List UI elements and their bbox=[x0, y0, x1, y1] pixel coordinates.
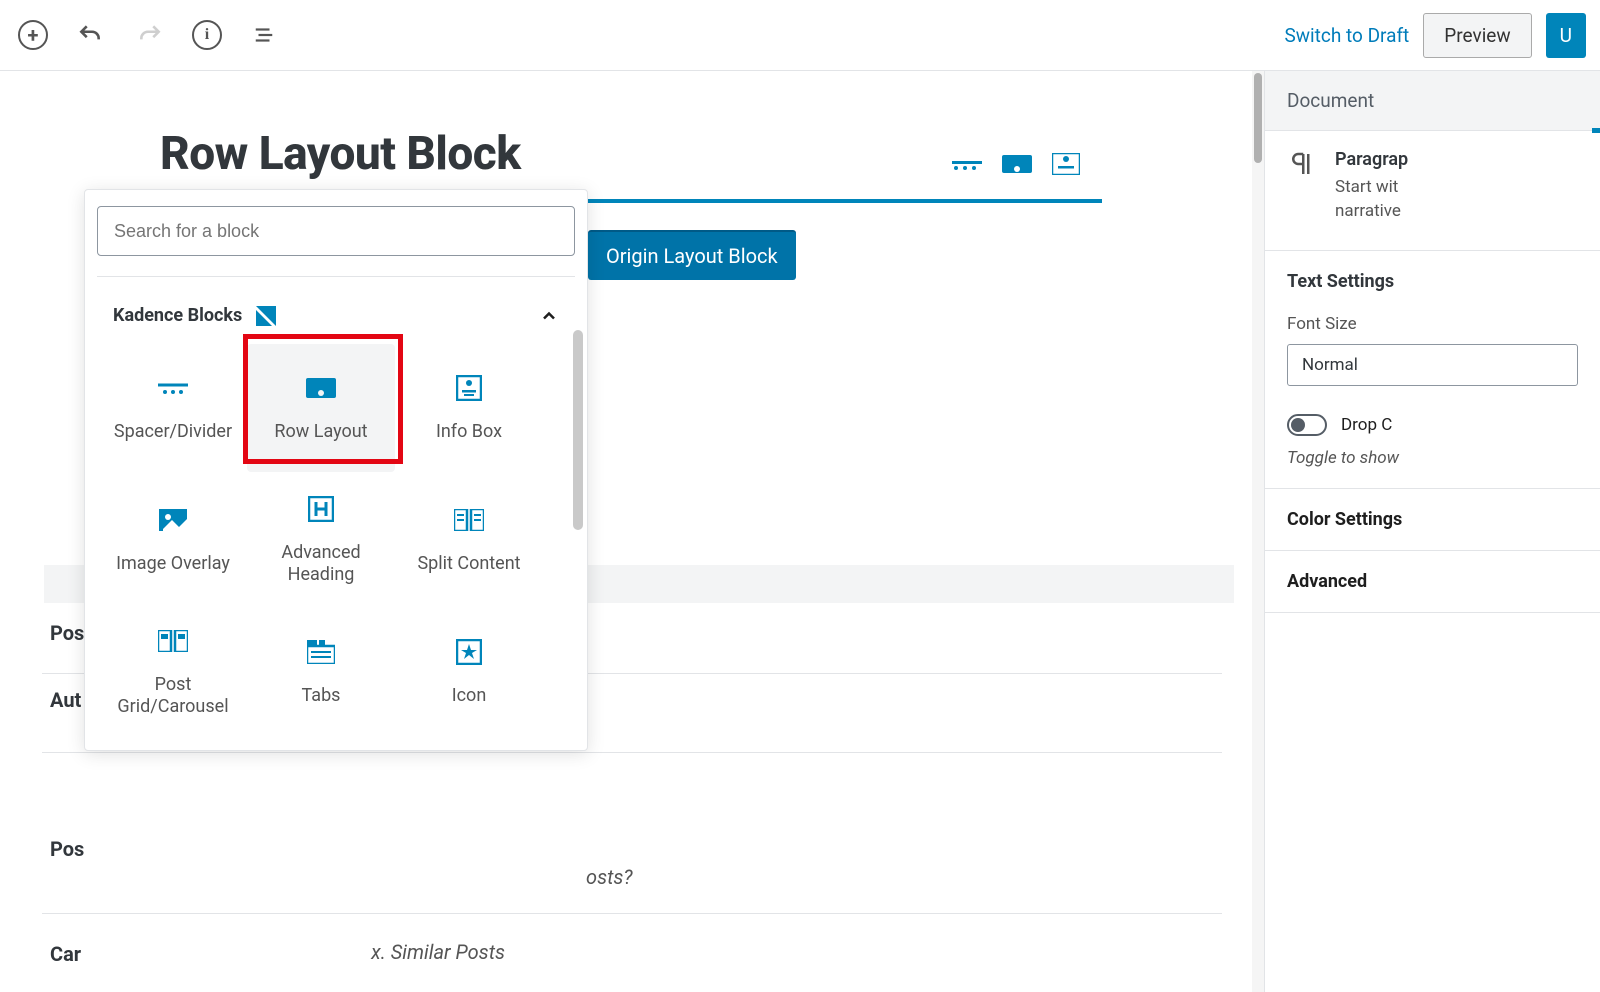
hint-similar: x. Similar Posts bbox=[81, 940, 505, 964]
redo-button[interactable] bbox=[132, 17, 168, 53]
preview-button[interactable]: Preview bbox=[1423, 13, 1531, 58]
inserter-category-header[interactable]: Kadence Blocks bbox=[85, 277, 587, 330]
inserter-block-grid: Spacer/Divider Row Layout Info Box bbox=[99, 344, 587, 736]
block-icon[interactable]: Icon bbox=[395, 608, 543, 736]
row-layout-icon bbox=[306, 373, 336, 403]
block-label: Row Layout bbox=[274, 421, 367, 444]
origin-layout-block-button[interactable]: Origin Layout Block bbox=[588, 230, 796, 280]
row-layout-icon[interactable] bbox=[1002, 153, 1032, 175]
icon-block-icon bbox=[454, 637, 484, 667]
drop-cap-toggle[interactable] bbox=[1287, 414, 1327, 436]
page-title[interactable]: Row Layout Block bbox=[160, 127, 1264, 181]
block-label: Info Box bbox=[436, 421, 502, 444]
active-tab-indicator bbox=[1592, 128, 1600, 133]
post-grid-icon bbox=[158, 626, 188, 656]
block-label: Spacer/Divider bbox=[114, 421, 232, 444]
block-search-input[interactable] bbox=[114, 221, 558, 242]
block-post-grid-carousel[interactable]: Post Grid/Carousel bbox=[99, 608, 247, 736]
row-label-car[interactable]: Car bbox=[0, 924, 81, 984]
image-overlay-icon bbox=[158, 505, 188, 535]
color-settings-panel[interactable]: Color Settings bbox=[1265, 489, 1600, 551]
font-size-label: Font Size bbox=[1287, 314, 1578, 334]
block-description: Start wit narrative bbox=[1335, 176, 1408, 224]
update-button[interactable]: U bbox=[1546, 13, 1586, 58]
drop-cap-note: Toggle to show bbox=[1287, 448, 1578, 468]
text-settings-panel: Text Settings Font Size Normal Drop C To… bbox=[1265, 251, 1600, 489]
block-label: Advanced Heading bbox=[247, 542, 395, 587]
editor-canvas: Row Layout Block + Origin Layout Block P… bbox=[0, 71, 1264, 992]
block-advanced-heading[interactable]: Advanced Heading bbox=[247, 476, 395, 604]
block-label: Icon bbox=[452, 685, 487, 708]
block-spacer-divider[interactable]: Spacer/Divider bbox=[99, 344, 247, 472]
drop-cap-label: Drop C bbox=[1341, 415, 1392, 435]
undo-button[interactable] bbox=[72, 17, 108, 53]
hint-posts: osts? bbox=[0, 865, 1264, 889]
text-settings-title: Text Settings bbox=[1287, 271, 1578, 292]
chevron-up-icon[interactable] bbox=[539, 306, 559, 326]
info-button[interactable] bbox=[192, 20, 222, 50]
block-label: Tabs bbox=[302, 685, 341, 708]
spacer-icon[interactable] bbox=[952, 153, 982, 175]
advanced-heading-icon bbox=[306, 494, 336, 524]
inserter-category-name: Kadence Blocks bbox=[113, 305, 242, 326]
block-row-layout[interactable]: Row Layout bbox=[247, 344, 395, 472]
spacer-divider-icon bbox=[158, 373, 188, 403]
block-name: Paragrap bbox=[1335, 149, 1408, 170]
block-search-field[interactable] bbox=[97, 206, 575, 256]
paragraph-icon bbox=[1287, 149, 1317, 179]
tab-document[interactable]: Document bbox=[1265, 71, 1600, 131]
split-content-icon bbox=[454, 505, 484, 535]
toolbar-left bbox=[18, 17, 282, 53]
top-toolbar: Switch to Draft Preview U bbox=[0, 0, 1600, 71]
row-label-pos2[interactable]: Pos bbox=[0, 819, 1264, 865]
advanced-panel[interactable]: Advanced bbox=[1265, 551, 1600, 613]
scrollbar[interactable] bbox=[1252, 71, 1264, 992]
add-block-button[interactable] bbox=[18, 20, 48, 50]
block-label: Post Grid/Carousel bbox=[99, 674, 247, 719]
workspace: Row Layout Block + Origin Layout Block P… bbox=[0, 71, 1600, 992]
toolbar-right: Switch to Draft Preview U bbox=[1284, 13, 1586, 58]
block-tabs[interactable]: Tabs bbox=[247, 608, 395, 736]
settings-sidebar: Document Paragrap Start wit narrative Te… bbox=[1264, 71, 1600, 992]
outline-button[interactable] bbox=[246, 17, 282, 53]
tabs-icon bbox=[306, 637, 336, 667]
block-info-box[interactable]: Info Box bbox=[395, 344, 543, 472]
block-image-overlay[interactable]: Image Overlay bbox=[99, 476, 247, 604]
font-size-select[interactable]: Normal bbox=[1287, 344, 1578, 386]
switch-to-draft-button[interactable]: Switch to Draft bbox=[1284, 24, 1409, 47]
block-inserter-popover: Kadence Blocks Spacer/Divider bbox=[84, 189, 588, 751]
kadence-logo-icon bbox=[256, 306, 276, 326]
block-label: Split Content bbox=[417, 553, 520, 576]
block-split-content[interactable]: Split Content bbox=[395, 476, 543, 604]
info-box-icon[interactable] bbox=[1052, 153, 1080, 175]
block-preview-icons bbox=[952, 153, 1080, 175]
block-info-panel: Paragrap Start wit narrative bbox=[1265, 131, 1600, 251]
info-box-icon bbox=[454, 373, 484, 403]
inserter-scrollbar[interactable] bbox=[573, 330, 583, 530]
block-label: Image Overlay bbox=[116, 553, 230, 576]
